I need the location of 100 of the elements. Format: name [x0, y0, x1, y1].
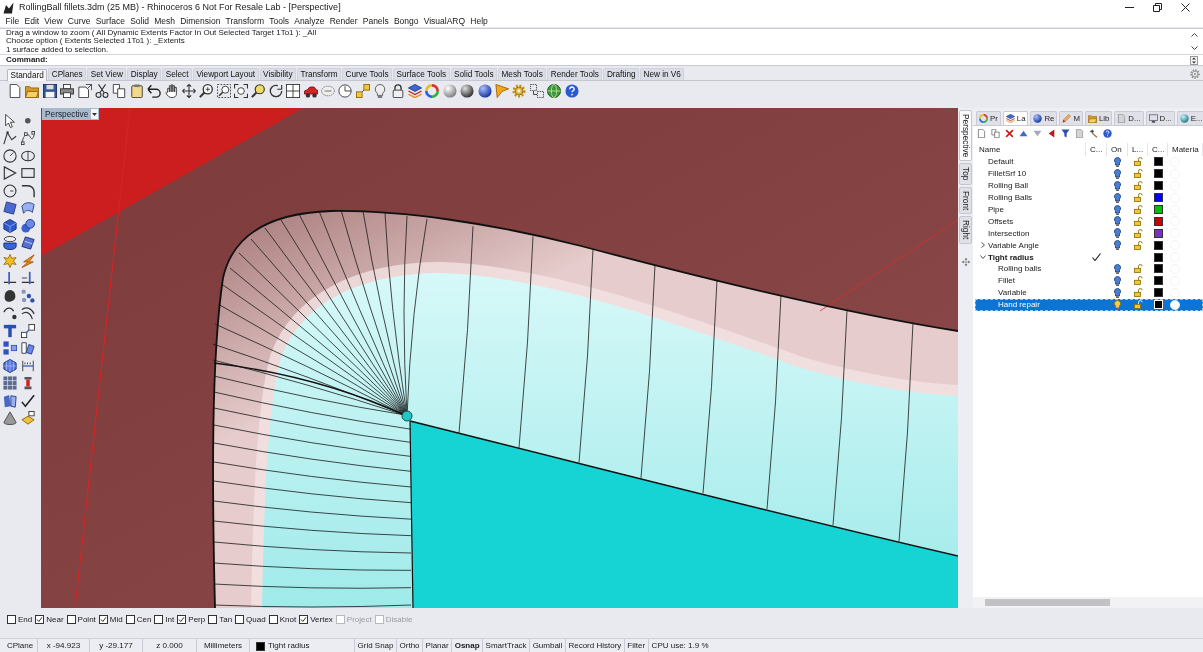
- offset-curve-icon[interactable]: [21, 306, 35, 321]
- padlock-icon[interactable]: [1133, 216, 1143, 226]
- layer-row[interactable]: Rolling Balls: [975, 191, 1203, 204]
- layer-row[interactable]: Offsets: [975, 215, 1203, 228]
- padlock-icon[interactable]: [1133, 228, 1143, 238]
- hammer-icon[interactable]: [1089, 128, 1098, 138]
- padlock-icon[interactable]: [1133, 169, 1143, 179]
- copy-icon[interactable]: [991, 128, 1000, 138]
- four-viewports-icon[interactable]: [286, 83, 301, 98]
- color-swatch-icon[interactable]: [1153, 264, 1163, 274]
- layer-row[interactable]: Variable: [975, 286, 1203, 299]
- folder-icon[interactable]: [25, 83, 40, 98]
- padlock-icon[interactable]: [1133, 181, 1143, 191]
- osnap-label[interactable]: Vertex: [310, 614, 333, 625]
- cplane-button[interactable]: CPlane: [3, 639, 38, 652]
- toolbar-tab[interactable]: Standard: [7, 69, 48, 81]
- mesh-box-icon[interactable]: [3, 358, 17, 373]
- column-header[interactable]: C...: [1086, 143, 1107, 156]
- padlock-icon[interactable]: [1133, 193, 1143, 203]
- checkbox[interactable]: [35, 615, 45, 624]
- trim-icon[interactable]: [3, 271, 17, 286]
- fillet-curve-icon[interactable]: [21, 183, 35, 198]
- checkbox[interactable]: [208, 615, 218, 624]
- array-icon[interactable]: [3, 376, 17, 391]
- undo-icon[interactable]: [147, 83, 162, 98]
- column-header[interactable]: Name: [975, 143, 1086, 156]
- color-swatch-icon[interactable]: [1153, 193, 1163, 203]
- gear-icon[interactable]: [512, 83, 527, 98]
- lightbulb-icon[interactable]: [1114, 156, 1121, 167]
- padlock-icon[interactable]: [1133, 157, 1143, 167]
- color-swatch-icon[interactable]: [1153, 169, 1163, 179]
- copy-icon[interactable]: [112, 83, 127, 98]
- menu-item[interactable]: Tools: [266, 15, 292, 27]
- lightbulb-icon[interactable]: [1114, 287, 1121, 298]
- menu-item[interactable]: Analyze: [291, 15, 328, 27]
- color-wheel-icon[interactable]: [425, 83, 440, 98]
- printer-icon[interactable]: [60, 83, 75, 98]
- toolbar-tab[interactable]: Set View: [87, 68, 127, 80]
- menu-item[interactable]: VisualARQ: [421, 15, 468, 27]
- toolbar-tab[interactable]: CPlanes: [48, 68, 87, 80]
- layer-row[interactable]: Default: [975, 156, 1203, 168]
- viewport-title-tab[interactable]: Perspective: [42, 108, 100, 120]
- scissors-icon[interactable]: [94, 83, 109, 98]
- arc-icon[interactable]: [3, 183, 17, 198]
- status-toggle[interactable]: Record History: [565, 639, 625, 652]
- osnap-label[interactable]: Quad: [246, 614, 266, 625]
- toolbar-tab[interactable]: Surface Tools: [393, 68, 450, 80]
- column-header[interactable]: C...: [1148, 143, 1168, 156]
- osnap-label[interactable]: End: [18, 614, 33, 625]
- lightbulb-icon[interactable]: [1114, 299, 1121, 310]
- gear-icon[interactable]: [1190, 69, 1200, 79]
- sphere-icon[interactable]: [460, 83, 475, 98]
- scroll-up-icon[interactable]: [1190, 33, 1198, 38]
- checkbox[interactable]: [98, 615, 108, 624]
- rotate-view-icon[interactable]: [268, 83, 283, 98]
- curved-surface-icon[interactable]: [21, 201, 35, 216]
- sphere-icon[interactable]: [477, 83, 492, 98]
- layer-color-icon[interactable]: [256, 641, 265, 651]
- checkbox[interactable]: [268, 615, 278, 624]
- layer-row[interactable]: Fillet: [975, 274, 1203, 287]
- surface-icon[interactable]: [3, 201, 17, 216]
- padlock-icon[interactable]: [1133, 205, 1143, 214]
- layer-row[interactable]: Rolling Ball: [975, 179, 1203, 192]
- toolbar-tab[interactable]: Display: [127, 68, 162, 80]
- point-squares-icon[interactable]: [355, 83, 370, 98]
- viewport-tab[interactable]: Front: [959, 186, 972, 215]
- padlock-icon[interactable]: [1133, 288, 1143, 298]
- menu-item[interactable]: Bongo: [391, 15, 422, 27]
- layer-row[interactable]: Hand repair: [975, 298, 1203, 311]
- column-header[interactable]: On: [1107, 143, 1128, 156]
- toolbar-tab[interactable]: Visibility: [259, 68, 296, 80]
- polyline-icon[interactable]: [3, 131, 17, 146]
- column-header[interactable]: L...: [1128, 143, 1148, 156]
- cone-icon[interactable]: [3, 411, 17, 426]
- color-swatch-icon[interactable]: [1153, 157, 1163, 167]
- units-button[interactable]: Millimeters: [197, 639, 250, 652]
- help-icon[interactable]: [564, 83, 579, 98]
- menu-item[interactable]: Edit: [21, 15, 42, 27]
- menu-item[interactable]: View: [41, 15, 66, 27]
- scrollbar-thumb[interactable]: [985, 599, 1110, 606]
- scroll-down-icon[interactable]: [1190, 45, 1198, 50]
- viewport-tab[interactable]: Perspective: [959, 110, 972, 162]
- status-toggle[interactable]: Grid Snap: [355, 639, 398, 652]
- checkbox[interactable]: [177, 615, 187, 624]
- box-shape-icon[interactable]: [21, 411, 35, 426]
- color-swatch-icon[interactable]: [1153, 276, 1163, 286]
- osnap-label[interactable]: Point: [77, 614, 96, 625]
- osnap-label[interactable]: Cen: [136, 614, 152, 625]
- delete-icon[interactable]: [1005, 128, 1014, 138]
- caret-icon[interactable]: [91, 109, 99, 119]
- control-point-curve-icon[interactable]: [21, 131, 35, 146]
- lightbulb-icon[interactable]: [1114, 216, 1121, 227]
- osnap-label[interactable]: Near: [46, 614, 64, 625]
- checkbox[interactable]: [299, 615, 309, 624]
- status-toggle[interactable]: Gumball: [530, 639, 566, 652]
- color-swatch-icon[interactable]: [1153, 181, 1163, 191]
- status-toggle[interactable]: SmartTrack: [483, 639, 531, 652]
- osnap-label[interactable]: Int: [165, 614, 175, 625]
- layers-icon[interactable]: [408, 83, 422, 98]
- menu-item[interactable]: Dimension: [177, 15, 223, 27]
